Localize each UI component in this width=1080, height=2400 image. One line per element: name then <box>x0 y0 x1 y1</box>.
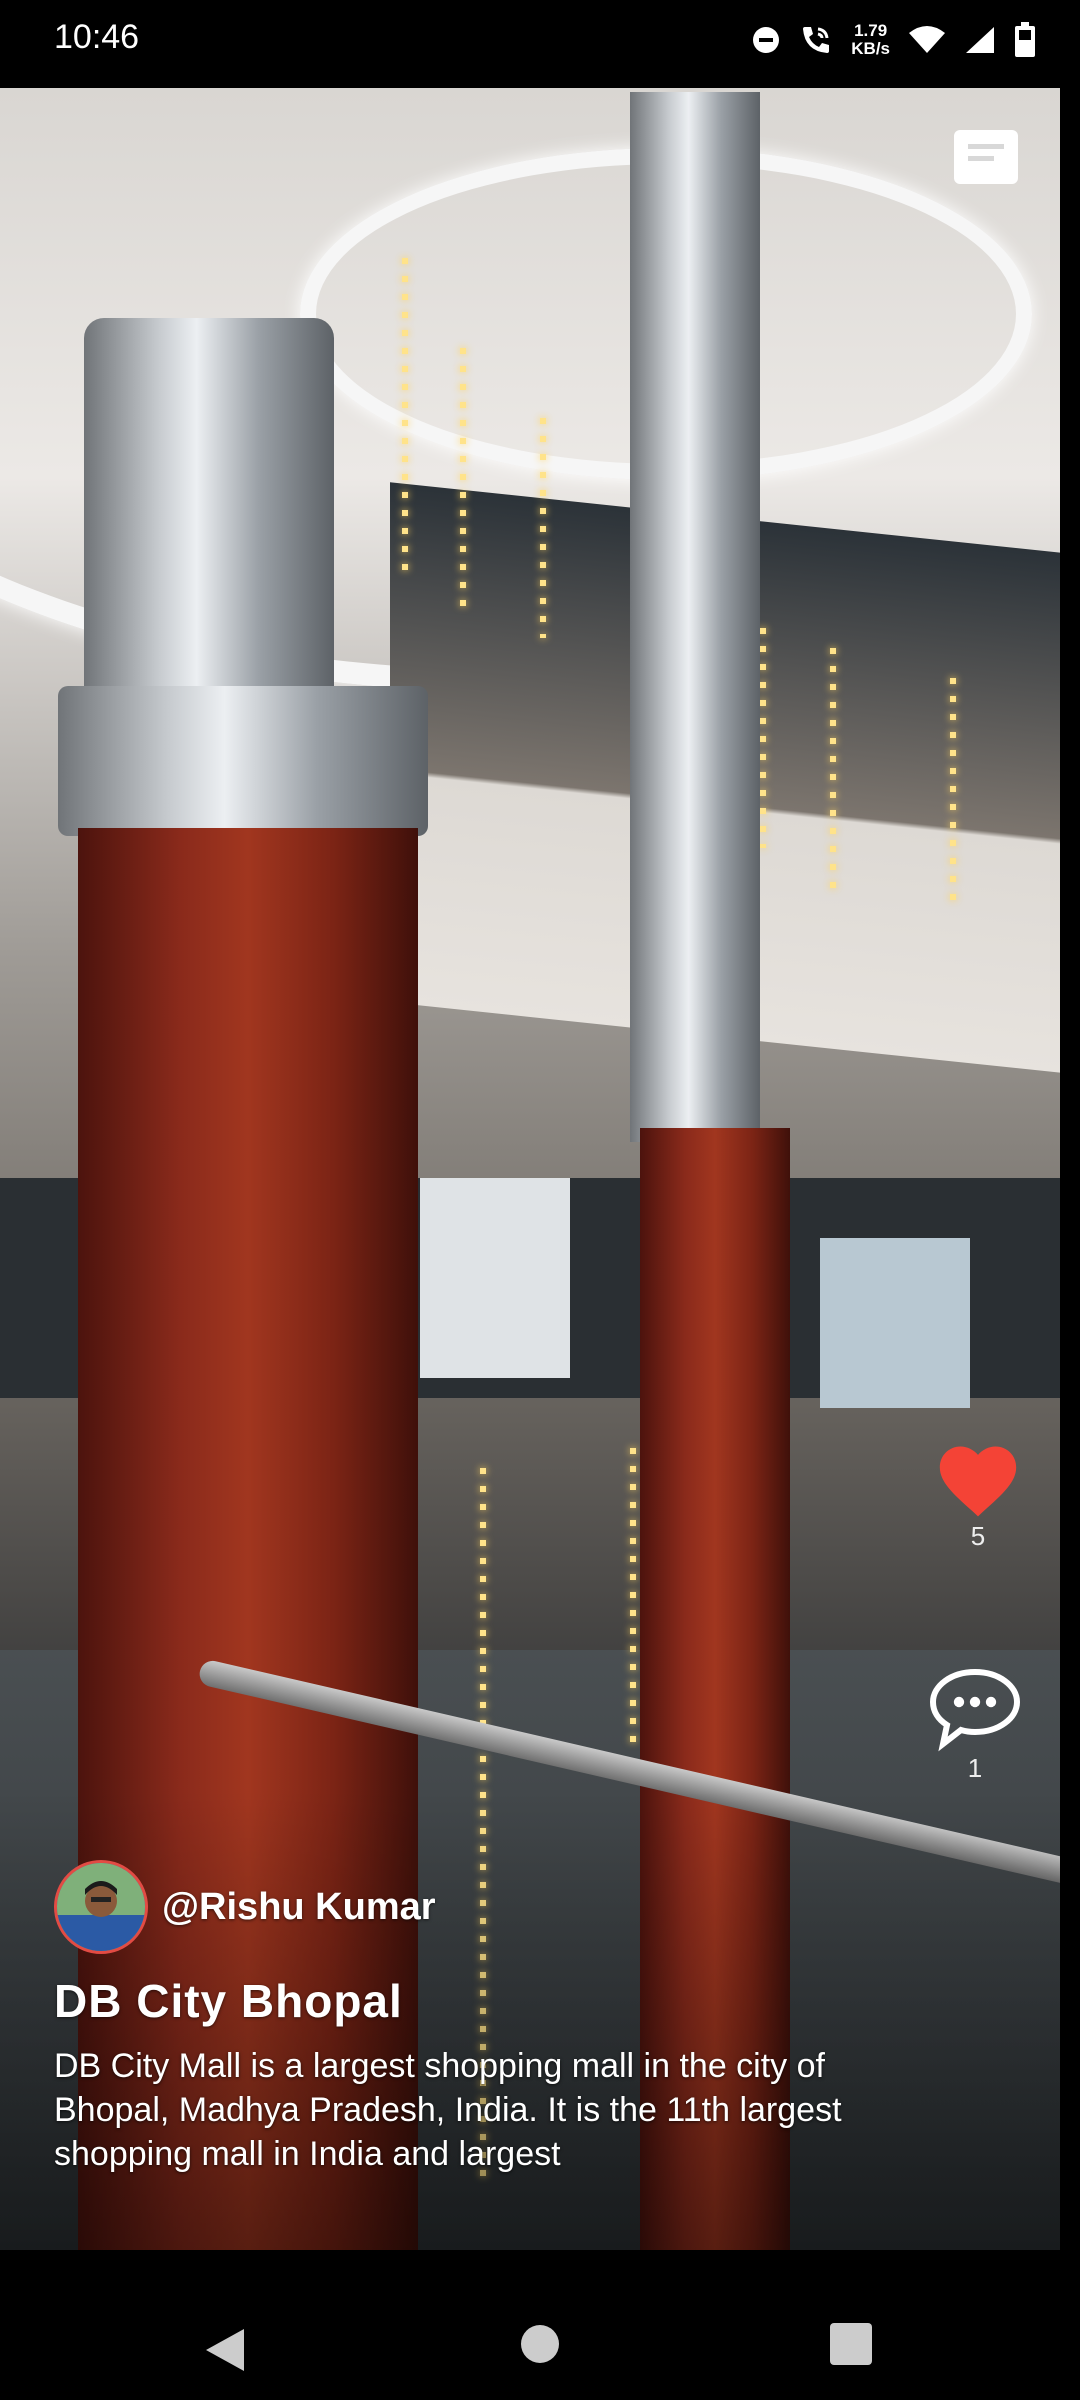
status-bar: 10:46 1.79 KB/s <box>0 0 1080 88</box>
string-lights <box>402 258 408 578</box>
caption-line <box>968 156 994 161</box>
metal-pillar <box>630 92 760 1142</box>
metal-pillar-collar <box>58 686 428 836</box>
string-lights <box>830 648 836 888</box>
author-row[interactable]: @Rishu Kumar <box>54 1860 436 1954</box>
string-lights <box>460 348 466 608</box>
home-icon[interactable] <box>520 2324 560 2364</box>
comment-count: 1 <box>967 1753 983 1783</box>
signal-icon <box>966 27 994 53</box>
avatar-image <box>57 1863 145 1951</box>
caption-line <box>968 144 1004 149</box>
like-button[interactable]: 5 <box>928 1440 1028 1552</box>
string-lights <box>540 418 546 638</box>
wifi-calling-icon <box>803 27 830 53</box>
post-title: DB City Bhopal <box>54 1975 403 2027</box>
network-speed: 1.79 KB/s <box>851 22 890 58</box>
comment-button[interactable]: 1 <box>920 1664 1030 1784</box>
avatar[interactable] <box>54 1860 148 1954</box>
storefront <box>420 1178 570 1378</box>
do-not-disturb-icon <box>753 27 780 53</box>
network-speed-value: 1.79 <box>854 21 888 40</box>
recents-icon[interactable] <box>830 2323 872 2365</box>
wifi-icon <box>909 26 945 53</box>
navigation-bar <box>0 2250 1080 2400</box>
heart-icon <box>939 1446 1017 1517</box>
status-time: 10:46 <box>54 18 140 56</box>
string-lights <box>950 678 956 908</box>
network-speed-unit: KB/s <box>851 39 890 58</box>
storefront <box>820 1238 970 1408</box>
comment-icon <box>929 1668 1021 1752</box>
battery-icon <box>1015 22 1035 57</box>
string-lights <box>630 1448 636 1748</box>
caption-button[interactable] <box>954 130 1018 184</box>
like-count: 5 <box>970 1521 986 1551</box>
back-icon[interactable] <box>204 2327 246 2373</box>
username[interactable]: @Rishu Kumar <box>162 1886 436 1929</box>
string-lights <box>760 628 766 848</box>
status-icons: 1.79 KB/s <box>751 18 1036 62</box>
post-description: DB City Mall is a largest shopping mall … <box>54 2047 842 2173</box>
